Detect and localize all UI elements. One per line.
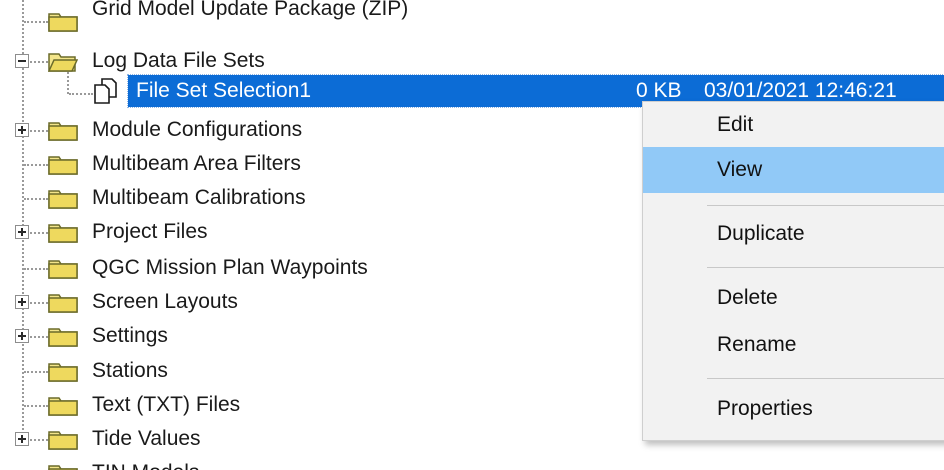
folder-icon — [48, 224, 78, 243]
collapse-toggle[interactable] — [15, 54, 29, 68]
tree-item-label: Log Data File Sets — [92, 49, 265, 72]
tree-item-log-data-file-sets[interactable]: Log Data File Sets — [0, 44, 944, 78]
tree-item-label: Grid Model Update Package (ZIP) — [92, 0, 409, 20]
tree-item-label: QGC Mission Plan Waypoints — [92, 256, 368, 279]
open-folder-icon — [48, 53, 78, 72]
tree-item-label: Tide Values — [92, 427, 201, 450]
tree-item-label: Multibeam Area Filters — [92, 152, 301, 175]
tree-item-label: Stations — [92, 359, 168, 382]
menu-separator — [707, 205, 944, 206]
folder-icon — [48, 328, 78, 347]
folder-icon — [48, 260, 78, 279]
tree-item-label: TIN Models — [92, 456, 199, 470]
folder-icon — [48, 294, 78, 313]
folder-icon — [48, 363, 78, 382]
tree-item-grid-model-update-package[interactable]: Grid Model Update Package (ZIP) — [0, 0, 944, 38]
folder-icon — [48, 122, 78, 141]
menu-item-duplicate[interactable]: Duplicate — [643, 211, 944, 257]
file-tree-window: Grid Model Update Package (ZIP) Log Data… — [0, 0, 944, 470]
folder-icon — [48, 397, 78, 416]
menu-item-rename[interactable]: Rename — [643, 322, 944, 368]
expand-toggle[interactable] — [15, 225, 29, 239]
menu-item-edit[interactable]: Edit — [643, 102, 944, 148]
tree-item-label: File Set Selection1 — [136, 79, 312, 102]
folder-icon — [48, 465, 78, 470]
expand-toggle[interactable] — [15, 432, 29, 446]
menu-item-view[interactable]: View — [643, 147, 944, 193]
tree-item-label: Settings — [92, 324, 168, 347]
context-menu: Edit View Duplicate Delete Rename Proper… — [642, 101, 944, 441]
menu-separator — [707, 267, 944, 268]
tree-item-label: Module Configurations — [92, 118, 303, 141]
expand-toggle[interactable] — [15, 123, 29, 137]
menu-item-properties[interactable]: Properties — [643, 386, 944, 432]
folder-icon — [48, 431, 78, 450]
folder-icon — [48, 156, 78, 175]
tree-item-label: Screen Layouts — [92, 290, 238, 313]
tree-item-label: Multibeam Calibrations — [92, 186, 306, 209]
expand-toggle[interactable] — [15, 329, 29, 343]
menu-item-delete[interactable]: Delete — [643, 275, 944, 321]
tree-item-label: Text (TXT) Files — [92, 393, 241, 416]
folder-icon — [48, 13, 78, 32]
folder-icon — [48, 190, 78, 209]
file-set-icon — [94, 78, 117, 104]
tree-item-tin-models[interactable]: TIN Models — [0, 456, 944, 470]
expand-toggle[interactable] — [15, 295, 29, 309]
tree-item-label: Project Files — [92, 220, 208, 243]
menu-separator — [707, 378, 944, 379]
